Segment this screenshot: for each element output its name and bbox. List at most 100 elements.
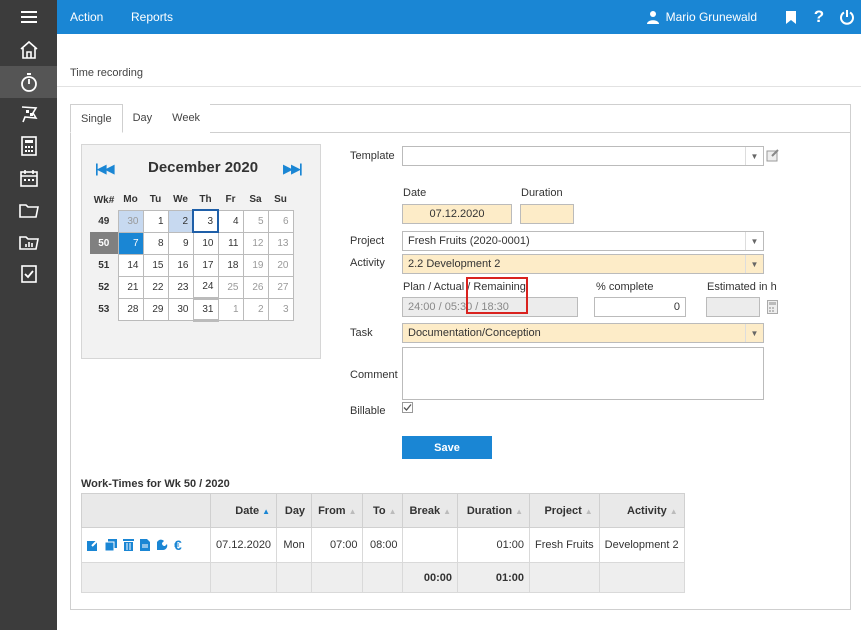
tab-day[interactable]: Day [122,104,163,133]
delete-icon[interactable] [123,539,134,551]
calendar-day[interactable]: 1 [217,297,244,321]
week-number[interactable]: 53 [90,298,118,320]
table-header-project[interactable]: Project ▲ [528,493,600,528]
calendar-header: Fr [225,194,236,206]
calendar-day[interactable]: 4 [217,209,244,233]
checklist-icon[interactable] [0,258,57,290]
calendar-day[interactable]: 12 [242,231,269,255]
document-icon[interactable] [140,539,150,551]
worktimes-table: Date ▲ Day From ▲ To ▲ Break ▲ Duration ▲ Pro… [81,493,685,593]
calendar-day[interactable]: 25 [217,275,244,299]
help-icon[interactable]: ? [805,7,833,27]
sort-icon: ▲ [584,506,593,516]
calendar-day[interactable]: 22 [142,275,169,299]
calendar-day[interactable]: 15 [142,253,169,277]
currency-icon[interactable]: € [174,537,182,553]
percent-complete-field[interactable]: 0 [594,297,686,317]
folder-chart-icon[interactable] [0,226,57,258]
cell-break [402,527,458,563]
calendar-day[interactable]: 13 [267,231,294,255]
menu-action[interactable]: Action [70,0,103,34]
calendar-day[interactable]: 18 [217,253,244,277]
comment-field[interactable] [402,347,764,400]
project-select[interactable]: Fresh Fruits (2020-0001) ▼ [402,231,764,251]
save-button[interactable]: Save [402,436,492,459]
edit-template-icon[interactable] [766,148,780,165]
calendar-day[interactable]: 30 [117,209,144,233]
cell-from: 07:00 [311,527,364,563]
calendar-icon[interactable] [0,162,57,194]
calendar-header: Su [274,194,287,206]
tab-week[interactable]: Week [162,104,211,133]
calendar-day[interactable]: 23 [167,275,194,299]
table-row[interactable]: € 07.12.2020 Mon 07:00 08:00 01:00 Fresh… [81,527,685,563]
calendar-day[interactable]: 14 [117,253,144,277]
template-select[interactable]: ▼ [402,146,764,166]
table-header-break[interactable]: Break ▲ [402,493,458,528]
user-menu[interactable]: Mario Grunewald [646,10,757,24]
menu-reports[interactable]: Reports [131,0,173,34]
calendar-day[interactable]: 6 [267,209,294,233]
edit-icon[interactable] [87,539,99,551]
calendar-day[interactable]: 20 [267,253,294,277]
duration-field[interactable] [520,204,574,224]
calendar-day[interactable]: 27 [267,275,294,299]
week-number[interactable]: 52 [90,276,118,298]
table-header-duration[interactable]: Duration ▲ [456,493,530,528]
table-header-activity[interactable]: Activity ▲ [598,493,685,528]
flag-icon[interactable] [0,98,57,130]
calendar-day[interactable]: 29 [142,297,169,321]
table-header-date[interactable]: Date ▲ [209,493,278,528]
calendar-day[interactable]: 9 [167,231,194,255]
next-month-icon[interactable]: ▶▶| [283,161,303,177]
calendar-day[interactable]: 19 [242,253,269,277]
calendar-day[interactable]: 11 [217,231,244,255]
estimated-hours-field[interactable] [706,297,760,317]
calendar-day-today[interactable]: 3 [192,209,219,233]
calendar-day[interactable]: 24 [192,275,219,300]
calendar-day-selected[interactable]: 7 [117,231,144,255]
date-field[interactable]: 07.12.2020 [402,204,512,224]
table-header-to[interactable]: To ▲ [362,493,404,528]
calendar-day[interactable]: 5 [242,209,269,233]
previous-month-icon[interactable]: |◀◀ [95,161,115,177]
calendar-day[interactable]: 26 [242,275,269,299]
calendar-day[interactable]: 10 [192,231,219,255]
calendar-day[interactable]: 30 [167,297,194,321]
copy-icon[interactable] [105,539,117,551]
calculator-icon[interactable] [0,130,57,162]
hamburger-menu-icon[interactable] [0,0,57,34]
calendar-day[interactable]: 31 [192,297,219,322]
stopwatch-icon[interactable] [0,66,57,98]
phone-icon[interactable] [156,539,168,551]
calendar-day[interactable]: 21 [117,275,144,299]
bookmark-icon[interactable] [777,10,805,25]
calendar-day[interactable]: 3 [267,297,294,321]
week-number[interactable]: 51 [90,254,118,276]
calendar-day[interactable]: 28 [117,297,144,321]
power-icon[interactable] [833,9,861,25]
calendar-day[interactable]: 16 [167,253,194,277]
cell-date: 07.12.2020 [209,527,278,563]
table-header-from[interactable]: From ▲ [311,493,364,528]
billable-checkbox[interactable] [402,402,413,413]
tab-single[interactable]: Single [70,104,123,133]
activity-select[interactable]: 2.2 Development 2 ▼ [402,254,764,274]
week-number[interactable]: 49 [90,210,118,232]
calendar-day[interactable]: 1 [142,209,169,233]
table-header-actions [81,493,211,528]
calendar-day[interactable]: 17 [192,253,219,277]
calculator-icon[interactable] [767,300,778,317]
folder-icon[interactable] [0,194,57,226]
calendar-day[interactable]: 2 [242,297,269,321]
tab-bar: Single Day Week [70,104,211,133]
remaining-highlight-box [466,277,528,314]
week-number-current[interactable]: 50 [90,232,118,254]
home-icon[interactable] [0,34,57,66]
calendar-day[interactable]: 2 [167,209,194,233]
task-select[interactable]: Documentation/Conception ▼ [402,323,764,343]
calendar-header: Sa [249,194,262,206]
sort-icon: ▲ [669,506,678,516]
calendar-day[interactable]: 8 [142,231,169,255]
chevron-down-icon: ▼ [745,255,763,273]
